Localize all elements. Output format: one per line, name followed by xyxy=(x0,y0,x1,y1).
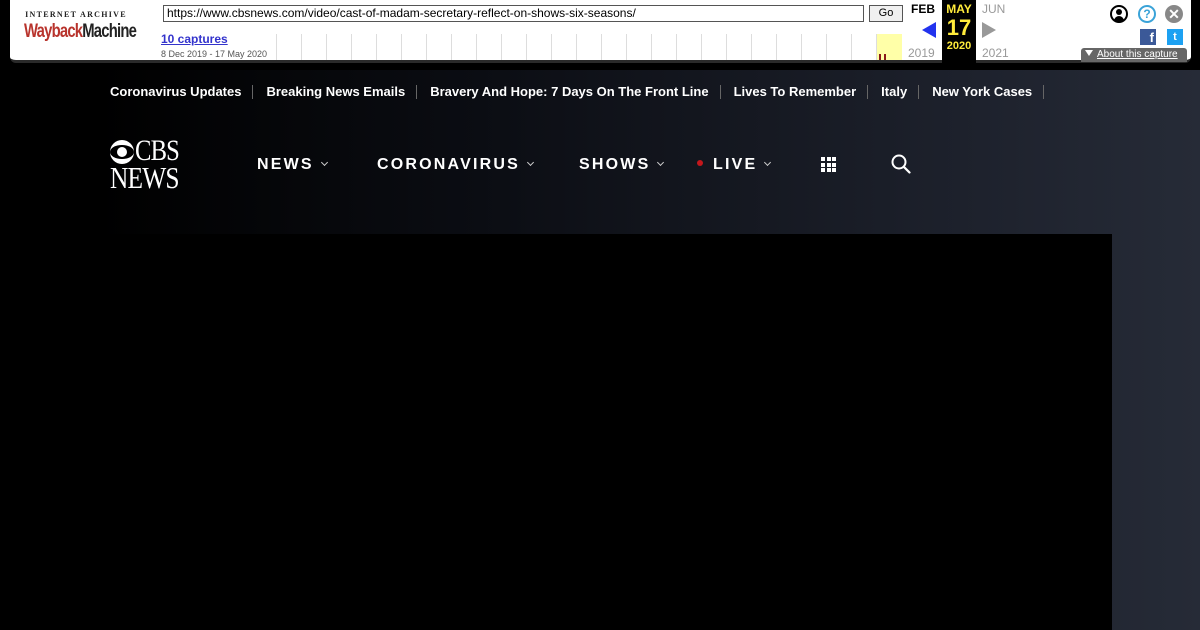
nav-live[interactable]: LIVE xyxy=(697,156,772,174)
chevron-down-icon xyxy=(320,158,328,167)
sparkline-month-divider xyxy=(701,34,702,60)
live-indicator-dot xyxy=(697,160,703,166)
next-capture-arrow-icon xyxy=(982,22,996,38)
sparkline-month-divider xyxy=(376,34,377,60)
sparkline-month-divider xyxy=(401,34,402,60)
trending-link[interactable]: New York Cases xyxy=(932,85,1045,99)
current-day: 17 xyxy=(946,15,972,40)
wayback-prev-year[interactable]: 2019 xyxy=(908,46,935,60)
wayback-capture-range: 8 Dec 2019 - 17 May 2020 xyxy=(161,49,268,59)
user-account-icon[interactable] xyxy=(1110,5,1128,23)
grid-dot xyxy=(832,168,836,172)
grid-dot xyxy=(821,168,825,172)
sparkline-month-divider xyxy=(276,34,277,60)
sparkline-month-divider xyxy=(651,34,652,60)
about-this-capture-button[interactable]: About this capture xyxy=(1081,48,1187,62)
wayback-sparkline[interactable] xyxy=(276,34,902,60)
wayback-logo-internet-archive: INTERNET ARCHIVE xyxy=(25,10,127,19)
grid-dot xyxy=(832,162,836,167)
wayback-toolbar-container: INTERNET ARCHIVE WaybackMachine https://… xyxy=(0,0,1200,70)
grid-dot xyxy=(826,162,831,167)
trending-link[interactable]: Bravery And Hope: 7 Days On The Front Li… xyxy=(430,85,721,99)
video-player[interactable] xyxy=(84,234,1112,630)
triangle-down-icon xyxy=(1085,50,1093,56)
sparkline-capture-tick xyxy=(884,54,886,60)
sparkline-month-divider xyxy=(351,34,352,60)
wayback-next-year: 2021 xyxy=(982,46,1009,60)
sparkline-month-divider xyxy=(526,34,527,60)
cbs-news-logo[interactable]: CBS NEWS xyxy=(110,136,194,195)
wayback-logo[interactable]: INTERNET ARCHIVE WaybackMachine xyxy=(24,10,137,50)
logo-news-text: NEWS xyxy=(110,160,180,195)
sparkline-month-divider xyxy=(626,34,627,60)
nav-coronavirus[interactable]: CORONAVIRUS xyxy=(377,156,535,174)
sparkline-month-divider xyxy=(826,34,827,60)
sparkline-month-divider xyxy=(476,34,477,60)
close-icon[interactable]: ✕ xyxy=(1165,5,1183,23)
chevron-down-icon xyxy=(657,158,665,167)
trending-link[interactable]: Italy xyxy=(881,85,920,99)
sparkline-month-divider xyxy=(426,34,427,60)
current-month: MAY xyxy=(946,2,972,16)
nav-news[interactable]: NEWS xyxy=(257,156,328,174)
sparkline-month-divider xyxy=(601,34,602,60)
sparkline-capture-tick xyxy=(879,54,881,60)
grid-dot xyxy=(826,168,831,172)
trending-link[interactable]: Coronavirus Updates xyxy=(110,85,254,99)
sparkline-month-divider xyxy=(676,34,677,60)
grid-dot xyxy=(821,162,825,167)
sparkline-month-divider xyxy=(326,34,327,60)
trending-link[interactable]: Lives To Remember xyxy=(734,85,869,99)
grid-dot xyxy=(832,157,836,161)
wayback-logo-wordmark: WaybackMachine xyxy=(24,21,137,42)
wayback-url-input[interactable]: https://www.cbsnews.com/video/cast-of-ma… xyxy=(163,5,864,22)
search-icon[interactable] xyxy=(891,154,911,174)
twitter-icon[interactable]: t xyxy=(1167,29,1183,45)
grid-icon[interactable] xyxy=(821,157,836,172)
wayback-next-month: JUN xyxy=(982,2,1006,16)
sparkline-month-divider xyxy=(851,34,852,60)
prev-capture-arrow-icon[interactable] xyxy=(922,22,936,38)
wayback-prev-month[interactable]: FEB xyxy=(911,2,935,16)
sparkline-month-divider xyxy=(801,34,802,60)
sparkline-month-divider xyxy=(751,34,752,60)
help-icon[interactable]: ? xyxy=(1138,5,1156,23)
grid-dot xyxy=(826,157,831,161)
sparkline-month-divider xyxy=(776,34,777,60)
current-year: 2020 xyxy=(946,40,972,52)
sparkline-month-divider xyxy=(876,34,877,60)
wayback-captures-link[interactable]: 10 captures xyxy=(161,32,228,46)
trending-links-bar: Coronavirus Updates Breaking News Emails B… xyxy=(110,84,1057,100)
chevron-down-icon xyxy=(764,158,772,167)
nav-shows[interactable]: SHOWS xyxy=(579,156,665,174)
sparkline-month-divider xyxy=(501,34,502,60)
wayback-toolbar: INTERNET ARCHIVE WaybackMachine https://… xyxy=(10,0,1191,63)
sparkline-month-divider xyxy=(551,34,552,60)
facebook-icon[interactable]: f xyxy=(1140,29,1156,45)
sparkline-month-divider xyxy=(451,34,452,60)
grid-dot xyxy=(821,157,825,161)
sparkline-month-divider xyxy=(576,34,577,60)
sparkline-month-divider xyxy=(301,34,302,60)
wayback-go-button[interactable]: Go xyxy=(869,5,903,22)
sparkline-month-divider xyxy=(726,34,727,60)
wayback-current-date: MAY 17 2020 xyxy=(942,0,976,63)
trending-link[interactable]: Breaking News Emails xyxy=(266,85,418,99)
chevron-down-icon xyxy=(526,158,535,167)
